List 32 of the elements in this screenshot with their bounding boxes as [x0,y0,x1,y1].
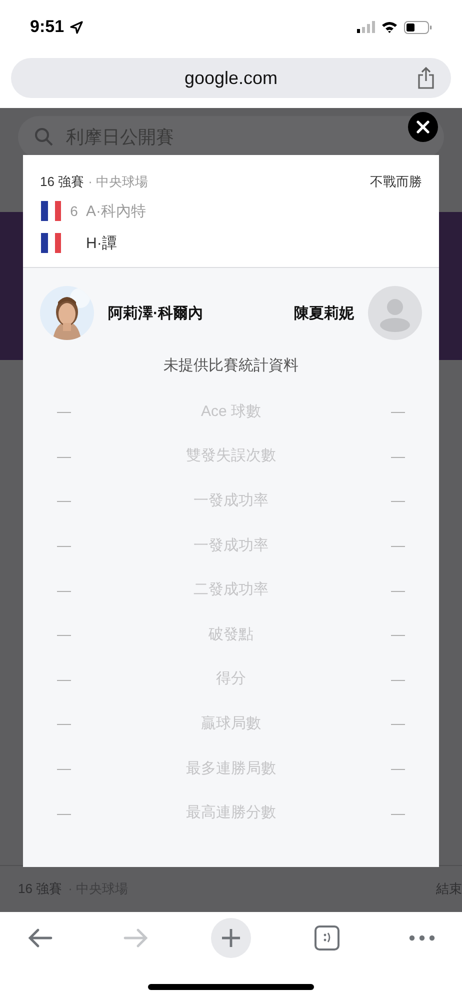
stat-value: — [391,804,405,821]
stat-value: — [57,626,71,642]
player-name: A·科內特 [86,202,146,220]
stat-value: — [391,537,405,554]
stat-value: — [57,804,71,821]
player-name: 陳夏莉妮 [294,304,354,322]
stat-value: — [57,492,71,508]
player-name: 阿莉澤·科爾內 [108,304,203,322]
stat-value: — [57,582,71,598]
match-round: 16 強賽 [40,173,84,191]
stat-value: — [57,715,71,732]
clock: 9:51 [30,17,64,37]
stat-value: — [57,537,71,554]
stat-value: — [57,670,71,687]
stat-value: — [391,626,405,642]
url-text: google.com [184,68,278,88]
player-name: H·譚 [86,234,117,252]
stat-value: — [391,492,405,508]
stat-value: — [57,760,71,776]
stat-value: — [390,403,405,420]
match-court: · 中央球場 [88,173,148,191]
match-result: 不戰而勝 [370,173,422,191]
stat-value: — [391,670,405,687]
stat-value: — [391,448,405,464]
stat-value: — [57,448,71,464]
stat-value: — [391,582,405,598]
stat-value: — [57,403,71,420]
stat-value: — [391,715,405,732]
no-stats-note: 未提供比賽統計資料 [162,356,300,375]
seed-number: 6 [69,203,79,219]
address-bar[interactable]: google.com [11,58,451,98]
stat-value: — [391,760,405,776]
